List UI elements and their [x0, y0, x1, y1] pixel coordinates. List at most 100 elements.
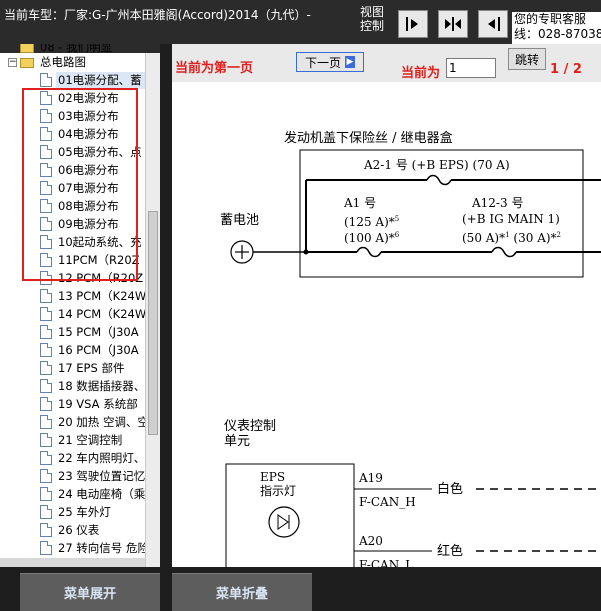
tree-item[interactable]: 15 PCM（J30A — [40, 323, 139, 341]
page-status-text: 当前为第一页 — [175, 61, 254, 76]
page-count-text: 1 / 2 — [550, 62, 582, 77]
tree-item[interactable]: 20 加热 空调、空 — [40, 413, 149, 431]
tree-item-label: 11PCM（R20Z — [58, 253, 140, 267]
tree-horizontal-scrollbar[interactable] — [0, 558, 145, 567]
meter-unit-outline — [225, 463, 355, 567]
tree-item[interactable]: 02电源分布 — [40, 89, 119, 107]
tree-item[interactable]: 09电源分布 — [40, 215, 119, 233]
document-icon — [40, 288, 52, 303]
tree-item[interactable]: 22 车内照明灯、 — [40, 449, 145, 467]
meter-unit-label-2: 单元 — [224, 434, 251, 449]
document-icon — [40, 342, 52, 357]
next-page-button[interactable]: 下一页 ▶ — [296, 52, 364, 72]
document-icon — [40, 468, 52, 483]
fuse-a123-function: (+B IG MAIN 1) — [462, 212, 560, 226]
tree-group-circuit-diagram[interactable]: − 总电路图 — [8, 53, 86, 71]
view-right-panel-button[interactable] — [398, 10, 428, 38]
tree-item[interactable]: 16 PCM（J30A — [40, 341, 139, 359]
tree-item[interactable]: 07电源分布 — [40, 179, 119, 197]
tree-item[interactable]: 24 电动座椅（乘 — [40, 485, 145, 503]
tree-item-label: 09电源分布 — [58, 217, 119, 231]
current-page-label: 当前为 — [401, 66, 441, 81]
battery-label: 蓄电池 — [220, 213, 260, 228]
document-icon — [40, 216, 52, 231]
fuse-box-title: 发动机盖下保险丝 / 继电器盒 — [284, 131, 453, 146]
tree-item[interactable]: 06电源分布 — [40, 161, 119, 179]
tree-item-label: 05电源分布、点 — [58, 145, 142, 159]
document-icon — [40, 450, 52, 465]
tree-item-label: 03电源分布 — [58, 109, 119, 123]
document-icon — [40, 252, 52, 267]
collapse-icon[interactable]: − — [8, 58, 17, 67]
view-left-panel-button[interactable] — [478, 10, 508, 38]
tree-item[interactable]: 26 仪表 — [40, 521, 99, 539]
tree-item-label: 20 加热 空调、空 — [58, 415, 149, 429]
tree-item[interactable]: 19 VSA 系统部 — [40, 395, 138, 413]
tree-item[interactable]: 03电源分布 — [40, 107, 119, 125]
tree-item[interactable]: 27 转向信号 危险 — [40, 539, 149, 557]
tree-scrollbar[interactable] — [145, 53, 160, 567]
wire-red-label: 红色 — [437, 544, 464, 559]
meter-unit-label-1: 仪表控制 — [224, 419, 277, 434]
tree-item[interactable]: 25 车外灯 — [40, 503, 111, 521]
arrow-right-icon: ▶ — [345, 56, 355, 68]
tree-item-label: 14 PCM（K24W — [58, 307, 147, 321]
document-icon — [40, 162, 52, 177]
jump-button[interactable]: 跳转 — [508, 48, 546, 70]
tree-item[interactable]: 11PCM（R20Z — [40, 251, 140, 269]
tree-item-label: 10起动系统、充 — [58, 235, 142, 249]
tree-item[interactable]: 12 PCM（R20Z — [40, 269, 143, 287]
tree-item-label: 13 PCM（K24W — [58, 289, 147, 303]
document-icon — [40, 378, 52, 393]
tree-item[interactable]: 21 空调控制 — [40, 431, 122, 449]
tree-item[interactable]: 04电源分布 — [40, 125, 119, 143]
document-icon — [40, 324, 52, 339]
customer-service-info: 您的专职客服 线：028-87038 — [512, 12, 601, 44]
document-icon — [40, 90, 52, 105]
document-icon — [40, 396, 52, 411]
tree-item[interactable]: 13 PCM（K24W — [40, 287, 146, 305]
service-line-2: 线：028-87038 — [514, 27, 601, 41]
view-split-button[interactable] — [438, 10, 468, 38]
pin-a19-label: A19 — [359, 471, 383, 485]
pin-a20-signal: F-CAN_L — [359, 558, 414, 568]
arrow-right-icon — [406, 17, 418, 31]
page-number-input[interactable] — [446, 58, 496, 78]
eps-label: EPS — [260, 470, 286, 484]
tree-item-label: 17 EPS 部件 — [58, 361, 125, 375]
tree-item-label: 12 PCM（R20Z — [58, 271, 144, 285]
circuit-diagram-view: 发动机盖下保险丝 / 继电器盒 蓄电池 A2-1 号 (+B EPS) (70 … — [172, 82, 601, 567]
menu-expand-button[interactable]: 菜单展开 — [20, 573, 160, 611]
service-line-1: 您的专职客服 — [514, 12, 587, 26]
tree-scrollbar-thumb[interactable] — [148, 211, 158, 435]
tree-item[interactable]: 17 EPS 部件 — [40, 359, 124, 377]
tree-item-label: 27 转向信号 危险 — [58, 541, 149, 555]
tree-item[interactable]: 10起动系统、充 — [40, 233, 142, 251]
tree-item[interactable]: 05电源分布、点 — [40, 143, 142, 161]
tree-item-label: 19 VSA 系统部 — [58, 397, 138, 411]
document-icon — [40, 522, 52, 537]
document-icon — [40, 108, 52, 123]
page-toolbar: 当前为第一页 下一页 ▶ 当前为 跳转 1 / 2 — [172, 44, 601, 82]
tree-item[interactable]: 23 驾驶位置记忆 — [40, 467, 145, 485]
tree-item[interactable]: 18 数据插接器、 — [40, 377, 145, 395]
menu-collapse-button[interactable]: 菜单折叠 — [172, 573, 312, 611]
document-icon — [40, 234, 52, 249]
tree-item[interactable]: 08电源分布 — [40, 197, 119, 215]
fuse-a1-rating-2: (100 A)*6 — [344, 231, 400, 245]
document-icon — [40, 144, 52, 159]
eps-indicator-symbol — [268, 506, 300, 538]
tree-item[interactable]: 14 PCM（K24W — [40, 305, 146, 323]
tree-item-label: 23 驾驶位置记忆 — [58, 469, 146, 483]
panel-splitter[interactable] — [160, 44, 172, 611]
tree-item-label: 16 PCM（J30A — [58, 343, 139, 357]
top-header: 当前车型：厂家:G-广州本田雅阁(Accord)2014（九代）- 视图控制 您… — [0, 0, 601, 44]
split-view-icon — [445, 17, 461, 31]
document-icon — [40, 486, 52, 501]
menu-tree: 08 - 我们明显 − 总电路图 01电源分配、蓄 02电源分布 03电源分布 04电源… — [0, 44, 160, 567]
fuse-a123-symbol — [491, 246, 517, 258]
pin-a19-signal: F-CAN_H — [359, 495, 416, 509]
tree-item-label: 15 PCM（J30A — [58, 325, 139, 339]
junction-dot — [303, 249, 309, 255]
tree-item[interactable]: 01电源分配、蓄 — [40, 71, 142, 89]
